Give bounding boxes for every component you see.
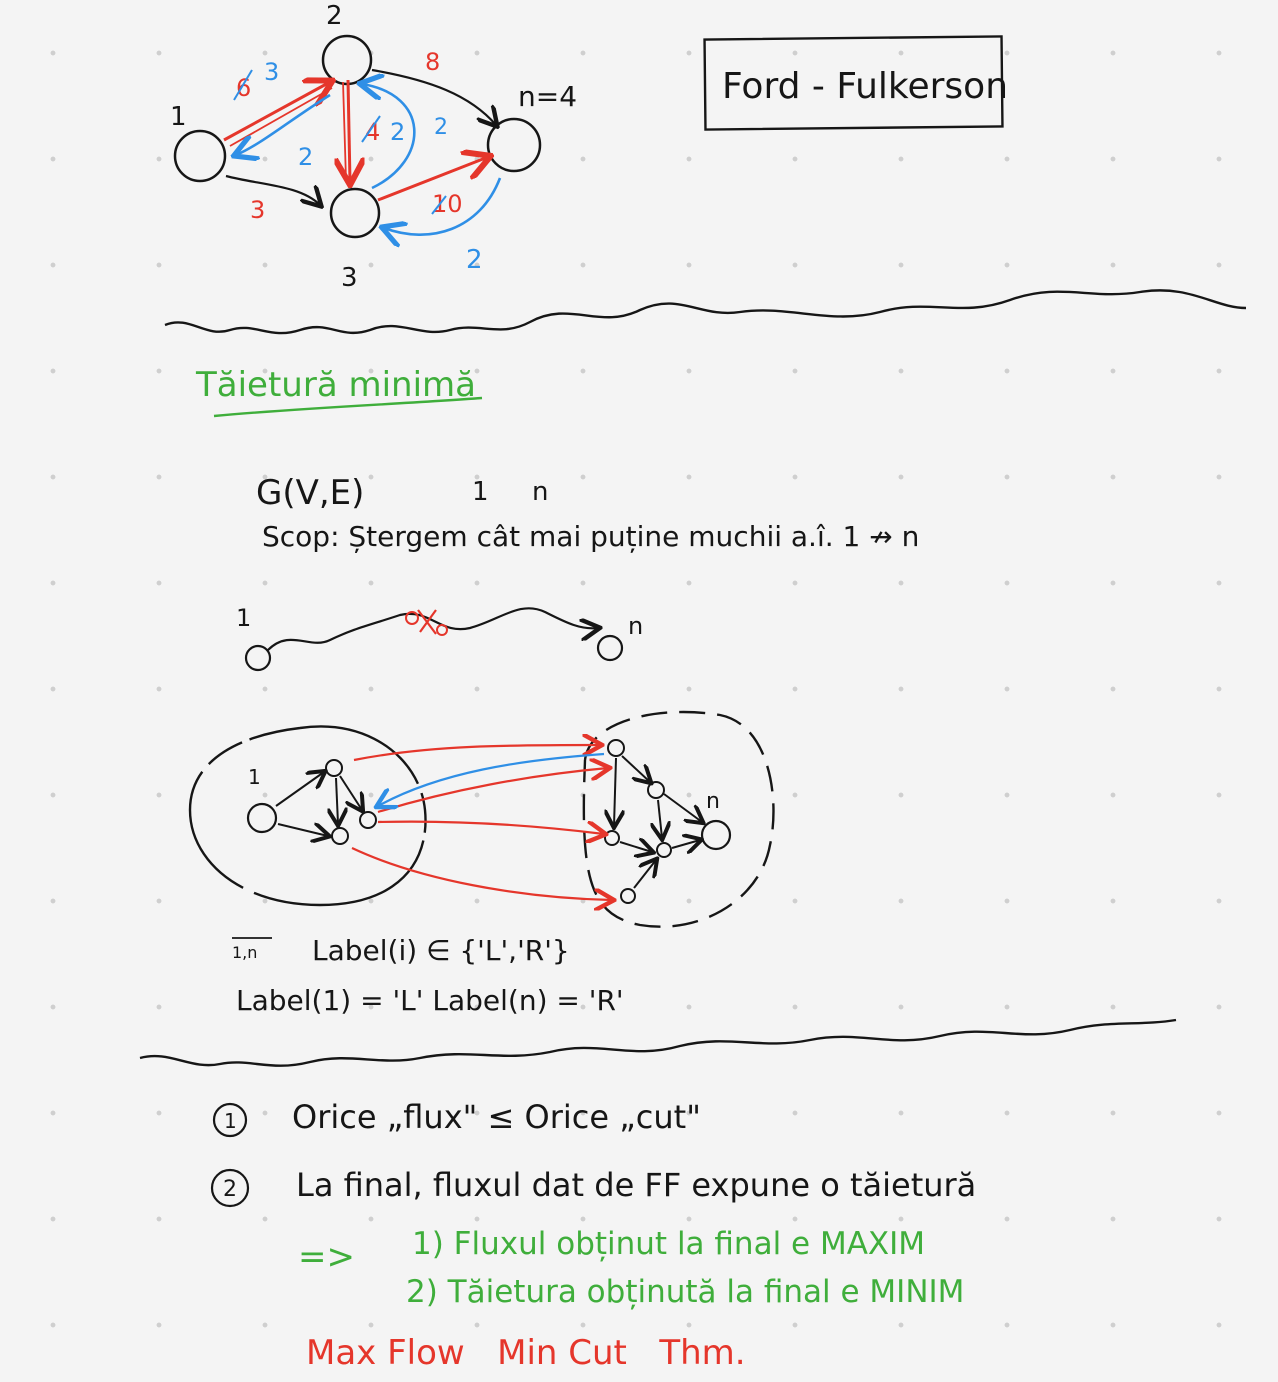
- theorems-block: 1 Orice „flux" ≤ Orice „cut" 2 La final,…: [210, 1098, 976, 1373]
- weight-2-3-old: 4: [365, 118, 380, 146]
- title-box: Ford - Fulkerson: [703, 35, 1008, 131]
- weight-3-2-back: 2: [434, 115, 448, 140]
- path-diagram: 1 n: [236, 604, 643, 672]
- theorem-name: Max Flow Min Cut Thm.: [306, 1333, 746, 1373]
- left-node-a: [325, 759, 343, 777]
- conclusion-1: 1) Fluxul obținut la final e MAXIM: [412, 1226, 925, 1262]
- implies-arrow: =>: [298, 1237, 355, 1277]
- graph-node-3-label: 3: [341, 263, 358, 293]
- edge-2-3-red: [348, 79, 350, 182]
- weight-1-2-old: 6: [236, 74, 251, 102]
- graph-node-3: [329, 187, 381, 239]
- weight-1-3: 3: [250, 196, 265, 224]
- labels-block: 1,n Label(i) ∈ {'L','R'} Label(1) = 'L' …: [232, 934, 624, 1017]
- left-node-1: [246, 802, 278, 834]
- title-box-text: Ford - Fulkerson: [722, 66, 1008, 107]
- section-title-text: Tăietură minimă: [195, 365, 476, 405]
- graph-node-2-label: 2: [326, 1, 343, 31]
- weight-2-4: 8: [425, 48, 440, 76]
- right-edge-ed: [633, 860, 656, 889]
- labels-line-2: Label(1) = 'L' Label(n) = 'R': [236, 984, 624, 1017]
- path-cut-mark: [417, 609, 437, 635]
- problem-source: 1: [472, 477, 489, 507]
- labels-range: 1,n: [232, 943, 257, 962]
- right-edge-dn: [671, 840, 700, 848]
- weight-2-3-new: 2: [390, 118, 405, 146]
- right-edge-bn: [663, 793, 702, 822]
- graph-node-1-label: 1: [170, 102, 187, 132]
- cut-edge-red-3: [377, 820, 604, 834]
- section-title: Tăietură minimă: [195, 365, 483, 418]
- problem-sink: n: [532, 477, 548, 507]
- cut-edge-red-4: [351, 847, 612, 900]
- wavy-divider-2: [139, 1018, 1177, 1067]
- edge-2-3-red-2: [342, 81, 347, 181]
- right-node-d: [656, 842, 672, 858]
- problem-goal: Scop: Ștergem cât mai puține muchii a.î.…: [262, 520, 919, 553]
- weight-2-1-back: 2: [298, 143, 313, 171]
- weight-4-3-back: 2: [466, 245, 483, 275]
- graph-node-2: [321, 34, 373, 86]
- right-node-c: [604, 830, 620, 846]
- right-node-b: [647, 781, 665, 799]
- left-node-b: [331, 827, 349, 845]
- path-start-label: 1: [236, 604, 251, 632]
- left-edge-1a: [275, 772, 324, 807]
- labels-line-1: Label(i) ∈ {'L','R'}: [312, 934, 570, 967]
- graph-n-label: n=4: [518, 80, 577, 113]
- wavy-divider-1: [164, 289, 1247, 335]
- cut-diagram: 1 n: [188, 710, 775, 928]
- edge-1-3: [225, 174, 320, 205]
- cut-edge-blue: [378, 752, 605, 806]
- graph-node-4: [486, 117, 542, 173]
- right-edge-bd: [658, 799, 662, 838]
- left-node-1-label: 1: [248, 765, 261, 789]
- right-partition: [582, 710, 775, 928]
- weight-1-2-new: 3: [264, 58, 279, 86]
- path-start-node: [244, 644, 272, 672]
- problem-graph: G(V,E): [256, 473, 364, 513]
- left-edge-ac: [339, 775, 362, 810]
- path-end-node: [596, 634, 624, 662]
- theorem-1-num: 1: [224, 1109, 237, 1133]
- right-node-n: [700, 819, 732, 851]
- right-node-e: [620, 888, 636, 904]
- path-cut-dot-2: [436, 624, 448, 636]
- left-edge-ab: [336, 777, 338, 824]
- theorem-2-text: La final, fluxul dat de FF expune o tăie…: [296, 1166, 976, 1204]
- problem-block: G(V,E) 1 n Scop: Ștergem cât mai puține …: [256, 473, 919, 553]
- right-edge-ac: [614, 757, 616, 826]
- theorem-2-num: 2: [223, 1177, 237, 1202]
- right-node-n-label: n: [706, 789, 720, 814]
- left-edge-1b: [277, 824, 328, 836]
- path-end-label: n: [628, 612, 643, 640]
- left-node-c: [359, 811, 377, 829]
- notebook-page: 1 2 3 n=4 6 3 2 4 2 2 8 3 10 2 Ford - Fu: [139, 1, 1247, 1373]
- right-edge-cd: [619, 842, 652, 852]
- theorem-1-text: Orice „flux" ≤ Orice „cut": [292, 1098, 701, 1136]
- right-edge-ab: [621, 755, 650, 782]
- right-node-a: [607, 739, 625, 757]
- flow-graph: 1 2 3 n=4 6 3 2 4 2 2 8 3 10 2: [170, 1, 577, 293]
- weight-3-4: 10: [432, 190, 463, 218]
- conclusion-2: 2) Tăietura obținută la final e MINIM: [406, 1274, 964, 1310]
- graph-node-1: [173, 129, 227, 183]
